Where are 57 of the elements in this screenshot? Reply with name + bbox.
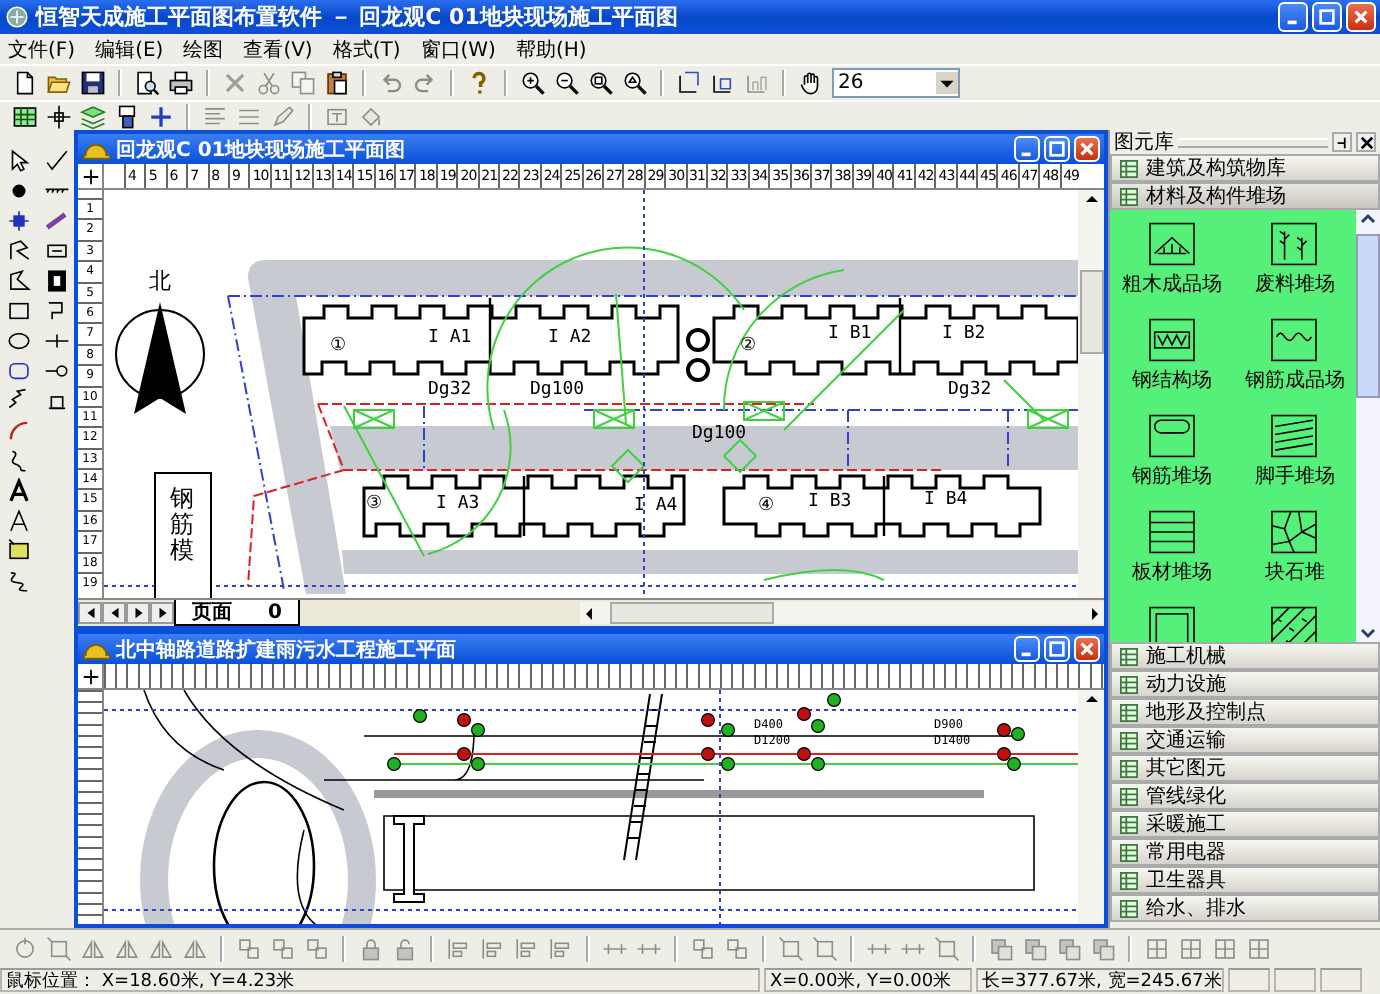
size-text: 长=377.67米, 宽=245.67米 — [976, 968, 1224, 992]
library-section-header[interactable]: 管线绿化 — [1110, 782, 1380, 810]
drawing-label: ③ — [366, 494, 382, 514]
page-number: 0 — [268, 601, 282, 623]
drawing-label: Dg100 — [692, 424, 747, 444]
library-section-header[interactable]: 交通运输 — [1110, 726, 1380, 754]
drawing-label: I B2 — [942, 324, 986, 344]
symbol-label: 钢结构场 — [1131, 367, 1212, 394]
drawing-label: 北 — [149, 268, 171, 294]
mouse-position-text: 鼠标位置： X=18.60米, Y=4.23米 — [0, 968, 760, 992]
drawing-label: I B3 — [808, 492, 852, 512]
origin-text: X=0.00米, Y=0.00米 — [764, 968, 972, 992]
library-section-header[interactable]: 动力设施 — [1110, 670, 1380, 698]
drawing-label: I A2 — [548, 328, 592, 348]
drawing-label: ④ — [758, 496, 774, 516]
menu-item[interactable]: 查看(V) — [243, 35, 313, 63]
document-title: 北中轴路道路扩建雨污水工程施工平面 — [116, 636, 458, 663]
drawing-label: Dg100 — [530, 380, 585, 400]
library-section-header[interactable]: 施工机械 — [1110, 642, 1380, 670]
menu-item[interactable]: 窗口(W) — [420, 35, 496, 63]
library-section-header[interactable]: 采暖施工 — [1110, 810, 1380, 838]
rebar-yard-label: 钢筋模 — [154, 472, 212, 598]
library-section-header[interactable]: 给水、排水 — [1110, 894, 1380, 922]
menu-item[interactable]: 帮助(H) — [515, 35, 587, 63]
symbol-label: 脚手堆场 — [1254, 463, 1335, 490]
page-tab-label: 页面 — [192, 600, 232, 626]
menu-item[interactable]: 格式(T) — [332, 35, 401, 63]
drawing-label: Dg32 — [428, 380, 472, 400]
symbol-label: 废料堆场 — [1254, 271, 1335, 298]
document-title: 回龙观C 01地块现场施工平面图 — [116, 137, 408, 163]
drawing-label: I B4 — [924, 490, 968, 510]
zoom-value: 26 — [836, 72, 866, 94]
page-tab[interactable]: 页面 0 — [174, 600, 300, 626]
drawing-label: Dg32 — [948, 380, 992, 400]
drawing-label: ② — [740, 336, 756, 356]
symbol-label: 钢筋成品场 — [1244, 367, 1345, 394]
panel-title: 图元库 — [1114, 129, 1174, 156]
zoom-combo[interactable]: 26 — [832, 68, 960, 98]
drawing-label: I B1 — [828, 324, 872, 344]
symbol-label: 块石堆 — [1264, 559, 1325, 586]
library-section-header[interactable]: 建筑及构筑物库 — [1110, 154, 1380, 182]
library-section-header[interactable]: 其它图元 — [1110, 754, 1380, 782]
menu-item[interactable]: 编辑(E) — [95, 35, 164, 63]
window-title: 恒智天成施工平面图布置软件 － 回龙观C 01地块现场施工平面图 — [36, 2, 680, 32]
library-section-header[interactable]: 卫生器具 — [1110, 866, 1380, 894]
drawing-label: I A4 — [634, 496, 678, 516]
symbol-label: 钢筋堆场 — [1131, 464, 1212, 490]
symbol-label: 粗木成品场 — [1121, 271, 1222, 298]
library-section-header[interactable]: 常用电器 — [1110, 838, 1380, 866]
library-section-header[interactable]: 材料及构件堆场 — [1110, 182, 1380, 210]
drawing-label: I A1 — [428, 328, 472, 348]
drawing-label: ① — [330, 336, 346, 356]
library-section-header[interactable]: 地形及控制点 — [1110, 698, 1380, 726]
menu-item[interactable]: 文件(F) — [8, 35, 76, 63]
menu-item[interactable]: 绘图 — [183, 35, 224, 63]
symbol-label: 板材堆场 — [1131, 559, 1212, 586]
drawing-label: I A3 — [436, 494, 480, 514]
